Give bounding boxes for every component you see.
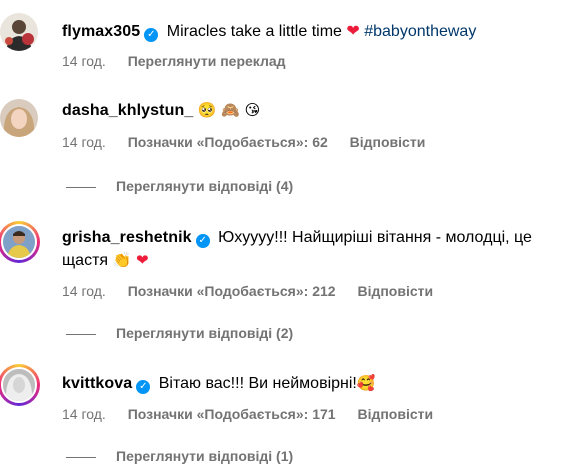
avatar[interactable]	[0, 13, 38, 51]
verified-badge-icon: ✓	[195, 234, 210, 248]
avatar-story-ring[interactable]	[0, 364, 40, 406]
heart-emoji-icon: ❤	[346, 23, 360, 40]
verified-badge-icon: ✓	[144, 28, 159, 42]
comment-text-line2: щастя	[62, 252, 109, 269]
view-replies-label: Переглянути відповіді (1)	[116, 448, 294, 464]
clap-heart-emoji: 👏 ❤	[112, 251, 149, 269]
likes-count[interactable]: Позначки «Подобається»: 212	[128, 283, 336, 299]
username[interactable]: grisha_reshetnik	[62, 229, 192, 246]
comment-text: Юхуууу!!! Найщиріші вітання - молодці, ц…	[218, 229, 532, 246]
smiling-hearts-emoji: 🥰	[356, 374, 376, 392]
view-replies-button[interactable]: Переглянути відповіді (2)	[66, 324, 293, 342]
view-replies-label: Переглянути відповіді (4)	[116, 178, 294, 194]
divider-line	[66, 456, 96, 458]
reply-button[interactable]: Відповісти	[357, 406, 433, 422]
translate-link[interactable]: Переглянути переклад	[128, 53, 286, 69]
verified-badge-icon: ✓	[136, 380, 151, 394]
hashtag-link[interactable]: #babyontheway	[364, 23, 476, 40]
username[interactable]: kvittkova	[62, 375, 132, 392]
likes-count[interactable]: Позначки «Подобається»: 62	[128, 134, 328, 150]
username[interactable]: dasha_khlystun_	[62, 102, 193, 119]
comment-text: Miracles take a little time	[166, 23, 342, 40]
comment-time[interactable]: 14 год.	[62, 283, 106, 299]
divider-line	[66, 186, 96, 188]
view-replies-button[interactable]: Переглянути відповіді (1)	[66, 447, 293, 465]
view-replies-button[interactable]: Переглянути відповіді (4)	[66, 177, 293, 195]
divider-line	[66, 333, 96, 335]
comment-text: Вітаю вас!!! Ви неймовірні!	[158, 375, 357, 392]
avatar[interactable]	[0, 99, 38, 137]
likes-count[interactable]: Позначки «Подобається»: 171	[128, 406, 336, 422]
comment-time[interactable]: 14 год.	[62, 134, 106, 150]
comment-time[interactable]: 14 год.	[62, 406, 106, 422]
reply-button[interactable]: Відповісти	[350, 134, 426, 150]
view-replies-label: Переглянути відповіді (2)	[116, 325, 294, 341]
username[interactable]: flymax305	[62, 23, 140, 40]
comment-time[interactable]: 14 год.	[62, 53, 106, 69]
avatar-story-ring[interactable]	[0, 221, 40, 263]
reply-button[interactable]: Відповісти	[357, 283, 433, 299]
emoji-text: 🥺 🙈 😘	[197, 101, 261, 119]
